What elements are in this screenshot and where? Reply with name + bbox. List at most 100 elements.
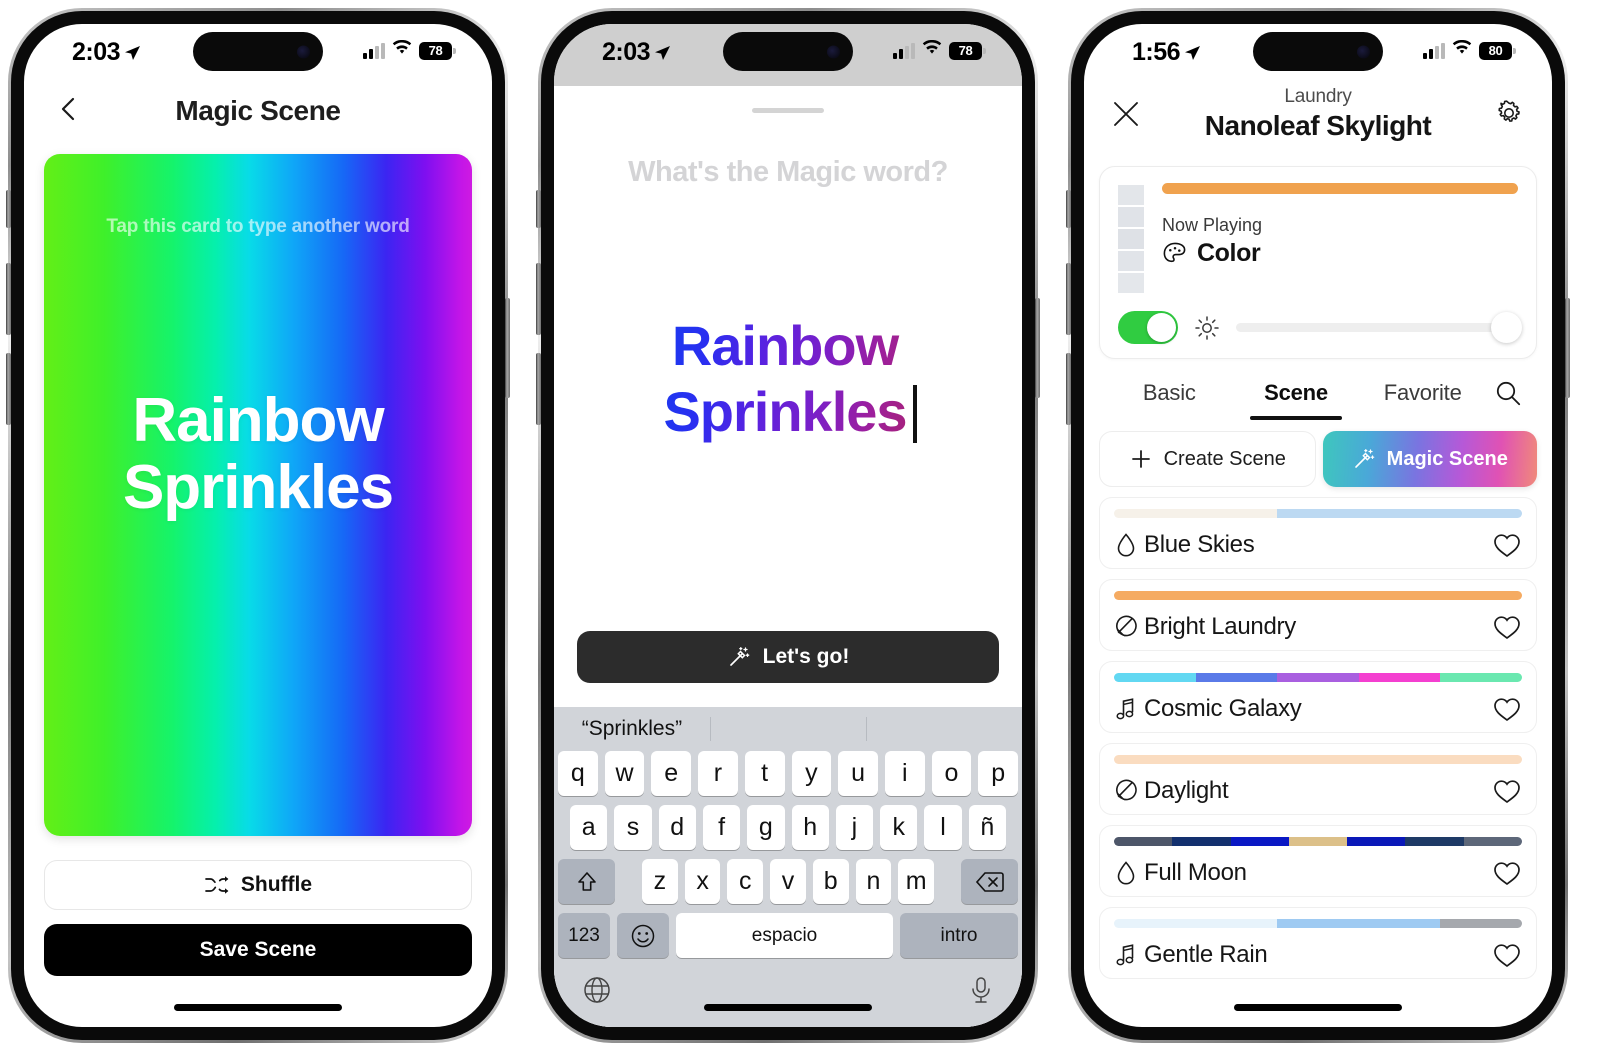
close-x-icon[interactable] xyxy=(1112,100,1140,128)
scene-color-segment xyxy=(1114,755,1196,764)
scene-color-segment xyxy=(1440,591,1522,600)
key-k[interactable]: k xyxy=(880,805,918,850)
return-key[interactable]: intro xyxy=(900,913,1018,958)
shuffle-button[interactable]: Shuffle xyxy=(44,860,472,910)
scene-item[interactable]: Gentle Rain xyxy=(1099,907,1537,979)
dynamic-island xyxy=(193,32,323,71)
scene-item[interactable]: Daylight xyxy=(1099,743,1537,815)
phone-bezel: 1:56 80 Laundry Nanoleaf Skylight Now Pl… xyxy=(1066,8,1570,1043)
backspace-key[interactable] xyxy=(961,859,1018,904)
power-toggle[interactable] xyxy=(1118,311,1178,344)
key-j[interactable]: j xyxy=(835,805,874,850)
save-scene-button[interactable]: Save Scene xyxy=(44,924,472,976)
scene-color-segment xyxy=(1195,591,1278,600)
gear-icon[interactable] xyxy=(1494,98,1524,128)
key-o[interactable]: o xyxy=(931,751,972,796)
key-n[interactable]: n xyxy=(855,859,892,904)
heart-outline-icon[interactable] xyxy=(1492,613,1522,641)
create-scene-button[interactable]: Create Scene xyxy=(1099,431,1316,487)
scene-row: Full Moon xyxy=(1114,859,1522,887)
microphone-icon[interactable] xyxy=(968,975,994,1005)
tab-favorite[interactable]: Favorite xyxy=(1359,380,1486,420)
suggestion-1[interactable]: “Sprinkles” xyxy=(554,717,710,741)
shift-key[interactable] xyxy=(558,859,615,904)
nav-bar: Magic Scene xyxy=(24,80,492,142)
key-c[interactable]: c xyxy=(727,859,764,904)
scene-color-segment xyxy=(1195,509,1278,518)
scene-item[interactable]: Blue Skies xyxy=(1099,497,1537,569)
heart-outline-icon[interactable] xyxy=(1492,695,1522,723)
lets-go-label: Let's go! xyxy=(762,645,850,668)
heart-outline-icon[interactable] xyxy=(1492,941,1522,969)
scene-item[interactable]: Bright Laundry xyxy=(1099,579,1537,651)
key-h[interactable]: h xyxy=(791,805,829,850)
key-u[interactable]: u xyxy=(838,751,878,796)
key-p[interactable]: p xyxy=(978,751,1019,796)
lets-go-button[interactable]: Let's go! xyxy=(577,631,999,683)
key-a[interactable]: a xyxy=(570,805,608,850)
heart-outline-icon[interactable] xyxy=(1492,777,1522,805)
key-ñ[interactable]: ñ xyxy=(968,805,1006,850)
heart-outline-icon[interactable] xyxy=(1492,859,1522,887)
key-b[interactable]: b xyxy=(812,859,849,904)
home-indicator[interactable] xyxy=(174,1004,342,1011)
key-f[interactable]: f xyxy=(702,805,741,850)
heart-outline-icon[interactable] xyxy=(1492,531,1522,559)
key-q[interactable]: q xyxy=(557,751,598,796)
key-l[interactable]: l xyxy=(924,805,962,850)
smiley-icon[interactable] xyxy=(617,913,669,958)
scene-color-segment xyxy=(1114,591,1196,600)
tab-scene[interactable]: Scene xyxy=(1233,380,1360,420)
status-bar: 2:03 78 xyxy=(554,24,1022,80)
cellular-bars-icon xyxy=(363,42,385,59)
phone-2-magic-word-input: 2:03 78 What's the Magic word? Rainbow S… xyxy=(536,8,1040,1043)
scene-item[interactable]: Cosmic Galaxy xyxy=(1099,661,1537,733)
row-spacer xyxy=(941,859,954,904)
scene-item[interactable]: Full Moon xyxy=(1099,825,1537,897)
search-icon[interactable] xyxy=(1486,379,1530,421)
key-y[interactable]: y xyxy=(791,751,832,796)
phone-inner-bezel: 1:56 80 Laundry Nanoleaf Skylight Now Pl… xyxy=(1071,11,1565,1040)
key-d[interactable]: d xyxy=(658,805,696,850)
now-playing-value: Color xyxy=(1197,239,1261,267)
brightness-slider-knob[interactable] xyxy=(1491,312,1522,343)
key-g[interactable]: g xyxy=(747,805,785,850)
key-s[interactable]: s xyxy=(614,805,652,850)
key-m[interactable]: m xyxy=(898,859,935,904)
magic-scene-card[interactable]: Tap this card to type another word Rainb… xyxy=(44,154,472,836)
home-indicator[interactable] xyxy=(704,1004,872,1011)
key-x[interactable]: x xyxy=(684,859,721,904)
key-z[interactable]: z xyxy=(641,859,678,904)
phone-bezel: 2:03 78 xyxy=(6,8,510,1043)
magic-scene-button[interactable]: Magic Scene xyxy=(1322,431,1537,487)
droplet-icon xyxy=(1114,532,1144,558)
numbers-key[interactable]: 123 xyxy=(558,913,610,958)
row-spacer xyxy=(622,859,635,904)
key-e[interactable]: e xyxy=(651,751,692,796)
globe-icon[interactable] xyxy=(582,975,612,1005)
home-indicator[interactable] xyxy=(1234,1004,1402,1011)
brightness-slider[interactable] xyxy=(1236,312,1522,343)
cellular-bars-icon xyxy=(893,42,915,59)
status-indicators: 78 xyxy=(893,39,986,61)
dynamic-island xyxy=(1253,32,1383,71)
typed-word-area[interactable]: Rainbow Sprinkles xyxy=(554,189,1022,631)
key-v[interactable]: v xyxy=(770,859,806,904)
battery-indicator: 78 xyxy=(419,41,456,60)
power-button[interactable] xyxy=(1035,298,1040,398)
key-r[interactable]: r xyxy=(698,751,738,796)
dynamic-island xyxy=(723,32,853,71)
suggestion-divider xyxy=(865,717,867,741)
key-t[interactable]: t xyxy=(744,751,785,796)
shuffle-icon xyxy=(204,875,230,895)
power-button[interactable] xyxy=(1565,298,1570,398)
space-key[interactable]: espacio xyxy=(676,913,893,958)
tab-basic[interactable]: Basic xyxy=(1106,380,1233,420)
sheet-grabber[interactable] xyxy=(752,108,824,113)
back-button[interactable] xyxy=(54,94,84,124)
brightness-icon xyxy=(1194,315,1220,341)
key-i[interactable]: i xyxy=(884,751,925,796)
key-w[interactable]: w xyxy=(604,751,645,796)
typed-word-line-2: Sprinkles xyxy=(663,380,907,443)
power-button[interactable] xyxy=(505,298,510,398)
